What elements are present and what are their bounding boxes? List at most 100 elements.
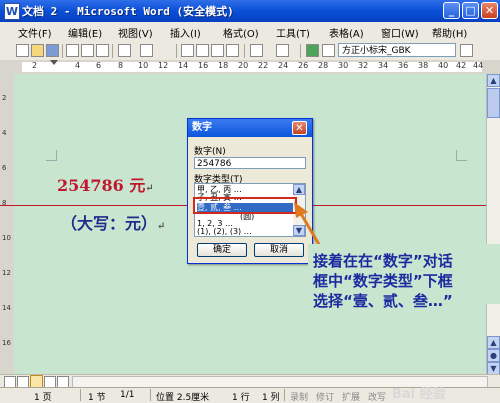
number-label: 数字(N) bbox=[194, 147, 226, 157]
menu-bar: 文件(F) 编辑(E) 视图(V) 插入(I) 格式(O) 工具(T) 表格(A… bbox=[0, 22, 500, 43]
toolbar-separator bbox=[300, 44, 301, 58]
status-overtype[interactable]: 改写 bbox=[368, 390, 386, 403]
menu-format[interactable]: 格式(O) bbox=[223, 25, 259, 40]
status-separator bbox=[150, 389, 151, 401]
research-icon[interactable] bbox=[140, 44, 153, 57]
vruler-tick-label: 14 bbox=[2, 304, 11, 312]
vruler-tick-label: 16 bbox=[2, 339, 11, 347]
uppercase-placeholder-text[interactable]: （大写：元）↵ bbox=[61, 210, 165, 234]
paste-icon[interactable] bbox=[211, 44, 224, 57]
print-icon[interactable] bbox=[81, 44, 94, 57]
list-scroll-up-icon[interactable]: ▲ bbox=[293, 184, 305, 195]
ruler-track bbox=[22, 62, 482, 72]
window-title: 文档 2 - Microsoft Word (安全模式) bbox=[22, 5, 234, 18]
redo-icon[interactable] bbox=[276, 44, 289, 57]
standard-toolbar: 方正小标宋_GBK bbox=[0, 42, 500, 61]
menu-window[interactable]: 窗口(W) bbox=[381, 25, 419, 40]
amount-text[interactable]: 254786 元↵ bbox=[57, 172, 154, 196]
status-page: 1 页 bbox=[34, 393, 52, 403]
indent-marker-icon[interactable] bbox=[50, 60, 58, 65]
dialog-title: 数字 bbox=[192, 122, 212, 133]
ruler-tick-label: 8 bbox=[118, 61, 124, 70]
status-separator bbox=[80, 389, 81, 401]
ruler-tick-label: 32 bbox=[358, 61, 369, 70]
status-line: 1 行 bbox=[232, 393, 250, 403]
status-extend[interactable]: 扩展 bbox=[342, 390, 360, 403]
word-app-icon[interactable]: W bbox=[4, 3, 20, 20]
spelling-icon[interactable] bbox=[118, 44, 131, 57]
annotation-line: 框中“数字类型”下框 bbox=[313, 272, 453, 290]
ruler-tick-label: 12 bbox=[158, 61, 169, 70]
horizontal-ruler: 2 4 6 8 10 12 14 16 18 20 22 24 26 28 30… bbox=[0, 60, 500, 75]
ruler-tick-label: 30 bbox=[338, 61, 349, 70]
menu-table[interactable]: 表格(A) bbox=[329, 25, 364, 40]
vertical-scrollbar[interactable]: ▲ ▲ ● ▼ bbox=[486, 74, 500, 375]
ruler-tick-label: 4 bbox=[75, 61, 81, 70]
save-icon[interactable] bbox=[46, 44, 59, 57]
menu-tools[interactable]: 工具(T) bbox=[276, 25, 310, 40]
permission-icon[interactable] bbox=[66, 44, 79, 57]
annotation-line: 接着在在“数字”对话 bbox=[313, 252, 453, 270]
ruler-tick-label: 18 bbox=[218, 61, 229, 70]
menu-edit[interactable]: 编辑(E) bbox=[68, 25, 102, 40]
ruler-tick-label: 16 bbox=[198, 61, 209, 70]
toolbar-separator bbox=[62, 44, 63, 58]
vruler-tick-label: 12 bbox=[2, 269, 11, 277]
scroll-up-icon[interactable]: ▲ bbox=[487, 74, 500, 87]
status-page-count: 1/1 bbox=[120, 390, 135, 400]
status-section: 1 节 bbox=[88, 393, 106, 403]
open-folder-icon[interactable] bbox=[31, 44, 44, 57]
list-item[interactable]: (1), (2), (3) … bbox=[197, 227, 293, 237]
margin-corner-mark bbox=[456, 150, 467, 161]
format-painter-icon[interactable] bbox=[226, 44, 239, 57]
minimize-button[interactable]: _ bbox=[443, 2, 460, 19]
ruler-tick-label: 24 bbox=[278, 61, 289, 70]
status-position: 位置 2.5厘米 bbox=[156, 393, 210, 403]
number-input[interactable]: 254786 bbox=[194, 157, 306, 169]
ruler-tick-label: 20 bbox=[238, 61, 249, 70]
ruler-tick-label: 36 bbox=[398, 61, 409, 70]
ruler-tick-label: 34 bbox=[378, 61, 389, 70]
menu-view[interactable]: 视图(V) bbox=[118, 25, 153, 40]
toolbar-options-icon[interactable] bbox=[322, 44, 335, 57]
vruler-tick-label: 10 bbox=[2, 234, 11, 242]
new-document-icon[interactable] bbox=[16, 44, 29, 57]
copy-icon[interactable] bbox=[196, 44, 209, 57]
title-bar: W 文档 2 - Microsoft Word (安全模式) _ □ ✕ bbox=[0, 0, 500, 22]
status-separator bbox=[284, 389, 285, 401]
font-dropdown-chevron-icon[interactable] bbox=[460, 44, 473, 57]
cut-icon[interactable] bbox=[181, 44, 194, 57]
ruler-tick-label: 22 bbox=[258, 61, 269, 70]
status-record[interactable]: 录制 bbox=[290, 390, 308, 403]
toolbar-separator bbox=[244, 44, 245, 58]
menu-insert[interactable]: 插入(I) bbox=[170, 25, 201, 40]
ruler-tick-label: 6 bbox=[96, 61, 102, 70]
ruler-tick-label: 44 bbox=[473, 61, 484, 70]
menu-file[interactable]: 文件(F) bbox=[18, 25, 52, 40]
status-track[interactable]: 修订 bbox=[316, 390, 334, 403]
dialog-close-button[interactable]: ✕ bbox=[292, 121, 307, 135]
ruler-tick-label: 28 bbox=[318, 61, 329, 70]
print-preview-icon[interactable] bbox=[96, 44, 109, 57]
font-name-select[interactable]: 方正小标宋_GBK bbox=[338, 43, 456, 57]
ruler-tick-label: 2 bbox=[32, 61, 38, 70]
baidu-watermark: Bai 经验 bbox=[392, 387, 446, 402]
scroll-thumb[interactable] bbox=[487, 88, 500, 118]
annotation-line: 选择“壹、贰、叁…” bbox=[313, 292, 453, 310]
undo-icon[interactable] bbox=[250, 44, 263, 57]
browse-object-icon[interactable]: ● bbox=[487, 349, 500, 362]
menu-help[interactable]: 帮助(H) bbox=[432, 25, 467, 40]
ruler-tick-label: 10 bbox=[138, 61, 149, 70]
vruler-tick-label: 6 bbox=[2, 164, 7, 172]
toolbar-separator bbox=[176, 44, 177, 58]
selection-highlight-box bbox=[193, 197, 297, 214]
vruler-tick-label: 4 bbox=[2, 129, 7, 137]
ok-button[interactable]: 确定 bbox=[197, 243, 247, 257]
margin-corner-mark bbox=[46, 150, 57, 161]
close-button[interactable]: ✕ bbox=[481, 2, 498, 19]
hyperlink-icon[interactable] bbox=[306, 44, 319, 57]
status-column: 1 列 bbox=[262, 393, 280, 403]
maximize-button[interactable]: □ bbox=[462, 2, 479, 19]
ruler-tick-label: 40 bbox=[438, 61, 449, 70]
previous-page-icon[interactable]: ▲ bbox=[487, 336, 500, 349]
